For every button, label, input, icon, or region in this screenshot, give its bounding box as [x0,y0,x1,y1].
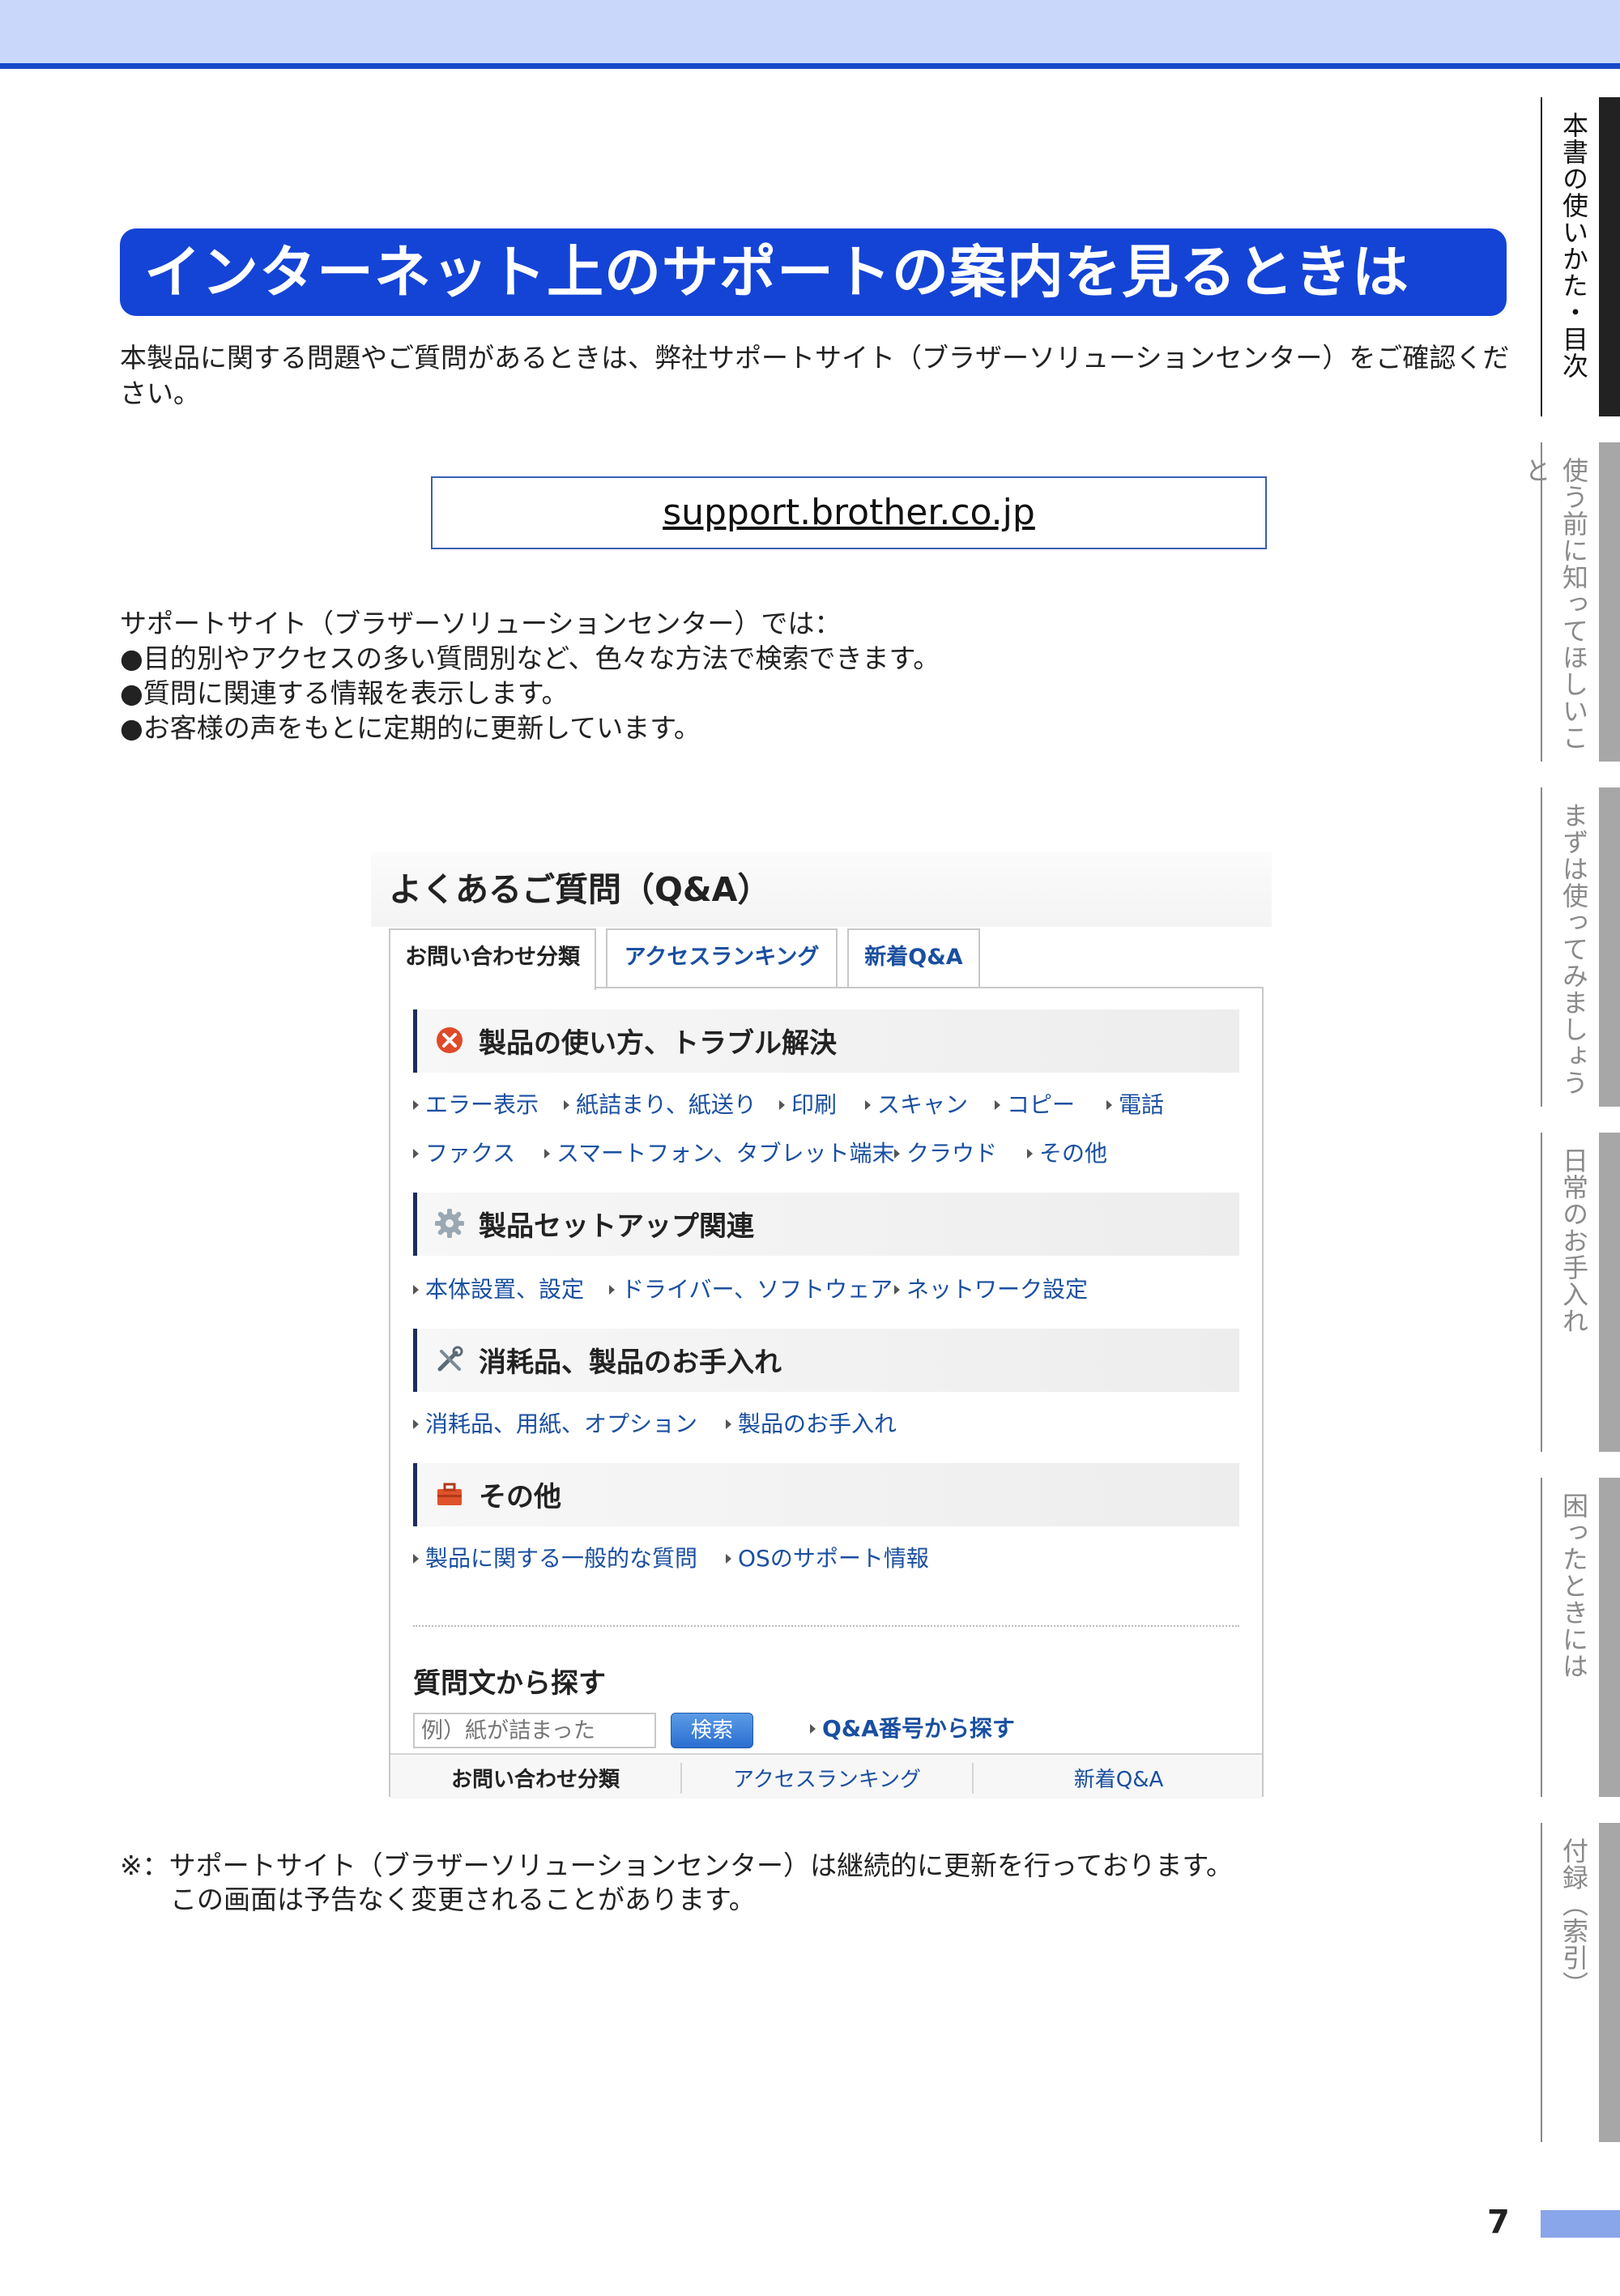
page-number: 7 [1487,2204,1510,2241]
side-tab-before-use[interactable]: 使う前に知ってほしいこと [1521,442,1620,762]
faq-link[interactable]: 紙詰まり、紙送り [564,1087,757,1120]
footer-tab-access-ranking[interactable]: アクセスランキング [682,1763,972,1793]
header-line [0,63,1620,69]
tools-icon [437,1346,463,1372]
tab-inquiry-category[interactable]: お問い合わせ分類 [389,928,596,990]
feature-lead: サポートサイト（ブラザーソリューションセンター）では： [120,608,842,639]
feature-item: ●目的別やアクセスの多い質問別など、色々な方法で検索できます。 [120,642,940,674]
toolbox-icon [437,1483,462,1505]
faq-link[interactable]: ドライバー、ソフトウェア [609,1272,893,1304]
footer-tab-inquiry-category[interactable]: お問い合わせ分類 [390,1763,680,1793]
side-tab-contents[interactable]: 本書の使いかた・目次 [1541,97,1620,416]
footnote: ※：サポートサイト（ブラザーソリューションセンター）は継続的に更新を行っておりま… [120,1849,1233,1917]
page-title: インターネット上のサポートの案内を見るときは [144,239,1409,305]
faq-link[interactable]: 製品のお手入れ [726,1406,897,1439]
faq-header: よくあるご質問（Q&A） [371,852,1272,927]
faq-link[interactable]: ネットワーク設定 [894,1272,1088,1304]
support-url-link[interactable]: support.brother.co.jp [663,492,1035,533]
category-header[interactable]: 消耗品、製品のお手入れ [413,1329,1239,1392]
footer-tab-new-qa[interactable]: 新着Q&A [974,1763,1264,1793]
side-tab-troubleshooting[interactable]: 困ったときには [1541,1478,1620,1797]
page-number-bar [1541,2210,1620,2238]
faq-link[interactable]: その他 [1027,1136,1107,1168]
category-title: 消耗品、製品のお手入れ [479,1346,782,1379]
side-tab-label: 日常のお手入れ [1558,1147,1589,1334]
faq-screenshot: よくあるご質問（Q&A） お問い合わせ分類 アクセスランキング 新着Q&A 製品… [371,852,1272,1799]
intro-text: 本製品に関する問題やご質問があるときは、弊社サポートサイト（ブラザーソリューショ… [120,342,1510,409]
faq-link[interactable]: 消耗品、用紙、オプション [413,1406,697,1439]
faq-link[interactable]: OSのサポート情報 [726,1541,929,1573]
search-heading: 質問文から探す [413,1667,606,1700]
faq-link[interactable]: 製品に関する一般的な質問 [413,1541,697,1573]
side-tab-label: 困ったときには [1558,1492,1589,1679]
footer-nav: お問い合わせ分類 アクセスランキング 新着Q&A [390,1753,1262,1799]
category-title: 製品セットアップ関連 [479,1210,754,1243]
faq-link[interactable]: コピー [995,1087,1075,1120]
tab-new-qa[interactable]: 新着Q&A [847,928,980,987]
feature-item: ●お客様の声をもとに定期的に更新しています。 [120,712,701,744]
side-tab-label: まずは使ってみましょう [1558,802,1589,1096]
gear-icon [435,1209,464,1238]
side-tab-appendix[interactable]: 付録（索引） [1541,1823,1620,2142]
side-tab-label: 本書の使いかた・目次 [1558,112,1589,379]
faq-link[interactable]: 本体設置、設定 [413,1272,584,1304]
faq-link[interactable]: クラウド [894,1136,997,1168]
category-header[interactable]: 製品セットアップ関連 [413,1193,1239,1256]
feature-item: ●質問に関連する情報を表示します。 [120,677,569,709]
tab-access-ranking[interactable]: アクセスランキング [606,928,838,987]
faq-link[interactable]: スマートフォン、タブレット端末 [544,1136,894,1168]
side-tab-label: 使う前に知ってほしいこと [1521,457,1589,751]
side-tab-maintenance[interactable]: 日常のお手入れ [1541,1133,1620,1452]
header-band [0,0,1620,63]
faq-link[interactable]: エラー表示 [413,1087,539,1120]
category-header[interactable]: その他 [413,1463,1239,1526]
category-title: 製品の使い方、トラブル解決 [479,1027,837,1060]
search-input[interactable] [413,1713,656,1748]
faq-link[interactable]: スキャン [865,1087,968,1120]
faq-link[interactable]: 印刷 [779,1087,837,1120]
faq-panel: 製品の使い方、トラブル解決 エラー表示 紙詰まり、紙送り 印刷 スキャン コピー… [389,987,1264,1799]
category-header[interactable]: 製品の使い方、トラブル解決 [413,1009,1239,1073]
faq-link[interactable]: ファクス [413,1136,515,1168]
faq-title: よくあるご質問（Q&A） [389,870,771,909]
faq-link[interactable]: 電話 [1106,1087,1164,1120]
divider [413,1625,1239,1627]
qa-number-link[interactable]: Q&A番号から探す [810,1711,1015,1743]
feature-list: サポートサイト（ブラザーソリューションセンター）では： ●目的別やアクセスの多い… [120,606,940,745]
error-icon [437,1027,463,1053]
side-tab-label: 付録（索引） [1558,1837,1589,1998]
search-button[interactable]: 検索 [671,1713,753,1748]
footnote-line: この画面は予告なく変更されることがあります。 [170,1884,756,1915]
footnote-line: ※：サポートサイト（ブラザーソリューションセンター）は継続的に更新を行っておりま… [120,1850,1234,1881]
url-box: support.brother.co.jp [431,476,1267,549]
page-title-bar: インターネット上のサポートの案内を見るときは [120,228,1507,316]
side-tab-try-it[interactable]: まずは使ってみましょう [1541,787,1620,1107]
category-title: その他 [479,1481,561,1513]
